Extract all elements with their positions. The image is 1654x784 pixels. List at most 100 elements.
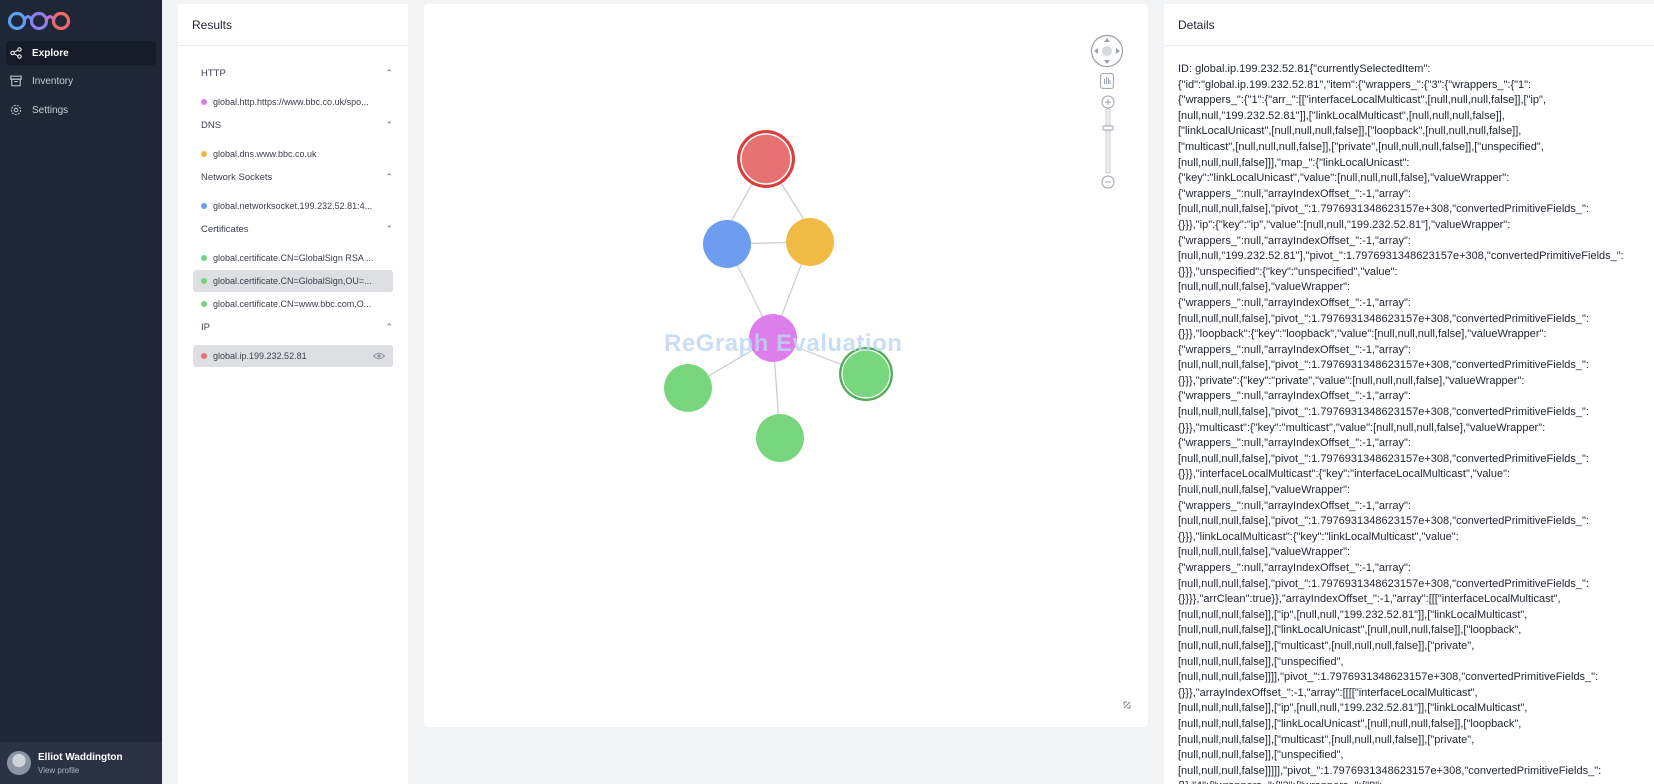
group-label: Network Sockets	[201, 172, 273, 183]
sidebar-item-label: Settings	[32, 104, 69, 116]
type-dot-icon	[201, 353, 207, 359]
type-dot-icon	[201, 278, 207, 284]
group-header-certificates[interactable]: Certificates ⌃	[201, 224, 393, 235]
eye-icon[interactable]	[373, 352, 385, 360]
graph-canvas[interactable]: ReGraph Evaluation	[424, 4, 1148, 727]
details-line: [null,null,null,false]],["linkLocalUnica…	[1178, 717, 1522, 730]
list-item[interactable]: global.networksocket.199.232.52.81:4...	[193, 195, 393, 217]
list-item-label: global.networksocket.199.232.52.81:4...	[213, 201, 373, 211]
graph-node-ip[interactable]	[740, 133, 792, 185]
chevron-up-icon[interactable]: ⌃	[385, 120, 393, 131]
group-label: DNS	[201, 120, 222, 131]
details-line: {}}},"linkLocalMulticast":{"key":"linkLo…	[1178, 530, 1459, 543]
type-dot-icon	[201, 255, 207, 261]
gear-icon	[8, 102, 24, 118]
details-line: [null,null,null,false],"pivot_":1.797693…	[1178, 312, 1589, 325]
zoom-slider[interactable]	[1101, 95, 1115, 189]
chevron-up-icon[interactable]: ⌃	[385, 172, 393, 183]
group-header-network-sockets[interactable]: Network Sockets ⌃	[201, 172, 393, 183]
list-item[interactable]: global.certificate.CN=GlobalSign RSA ...	[193, 247, 393, 269]
type-dot-icon	[201, 99, 207, 105]
list-item[interactable]: global.http.https://www.bbc.co.uk/spo...	[193, 91, 393, 113]
graph-node-network-socket[interactable]	[703, 220, 751, 268]
share-nodes-icon	[8, 45, 24, 61]
details-line: [null,null,null,false],"pivot_":1.797693…	[1178, 203, 1589, 216]
chevron-up-icon[interactable]: ⌃	[385, 322, 393, 333]
group-label: HTTP	[201, 68, 226, 79]
network-graph[interactable]	[424, 4, 1148, 727]
details-line: {}}},"multicast":{"key":"multicast","val…	[1178, 421, 1546, 434]
details-line: {}}},"ip":{"key":"ip","value":[null,null…	[1178, 218, 1511, 231]
details-line: {"key":"linkLocalUnicast","value":[null,…	[1178, 172, 1510, 185]
details-line: [null,null,null,false],"pivot_":1.797693…	[1178, 359, 1589, 372]
type-dot-icon	[201, 203, 207, 209]
group-label: IP	[201, 322, 210, 333]
details-line: {}}},"loopback":{"key":"loopback","value…	[1178, 328, 1547, 341]
details-line: [null,null,null,false]]]],"pivot_":1.797…	[1178, 671, 1599, 684]
graph-node-certificate[interactable]	[664, 364, 712, 412]
details-panel: Details ID: global.ip.199.232.52.81{"cur…	[1164, 4, 1654, 784]
details-line: ["multicast",[null,null,null,false]],["p…	[1178, 140, 1544, 153]
details-line: {}}}},"arrClean":true}},"arrayIndexOffse…	[1178, 593, 1561, 606]
group-header-http[interactable]: HTTP ⌃	[201, 68, 393, 79]
details-line: {"wrappers_":{"1":{"arr_":[["interfaceLo…	[1178, 94, 1547, 107]
graph-node-certificate[interactable]	[756, 414, 804, 462]
details-line: {"wrappers_":null,"arrayIndexOffset_":-1…	[1178, 234, 1411, 247]
details-line: [null,null,null,false],"pivot_":1.797693…	[1178, 452, 1589, 465]
details-line: {"wrappers_":null,"arrayIndexOffset_":-1…	[1178, 296, 1411, 309]
results-panel: Results HTTP ⌃ global.http.https://www.b…	[178, 4, 408, 784]
details-line: {}},"4":{"wrappers_":{"3":{"wrappers_":{…	[1178, 779, 1654, 784]
hand-icon[interactable]	[1100, 73, 1114, 89]
details-line: [null,null,null,false]],["unspecified",	[1178, 749, 1344, 762]
details-line: [null,null,null,false],"pivot_":1.797693…	[1178, 577, 1589, 590]
archive-box-icon	[8, 73, 24, 89]
details-line: [null,null,null,false]],["ip",[null,null…	[1178, 608, 1528, 621]
details-line: [null,null,null,false]],["multicast",[nu…	[1178, 639, 1475, 652]
details-line: [null,null,null,false]],["unspecified",	[1178, 655, 1344, 668]
avatar[interactable]	[7, 751, 31, 775]
details-line: {}}},"private":{"key":"private","value":…	[1178, 374, 1525, 387]
details-line: [null,null,null,false],"valueWrapper":	[1178, 281, 1351, 294]
pan-control-icon[interactable]	[1090, 34, 1124, 68]
profile-name: Elliot Waddington	[38, 751, 123, 763]
details-line: [null,null,null,false]]]]],"pivot_":1.79…	[1178, 764, 1602, 777]
profile-section[interactable]: Elliot Waddington View profile	[0, 742, 162, 784]
details-line: {"wrappers_":null,"arrayIndexOffset_":-1…	[1178, 499, 1411, 512]
list-item-label: global.ip.199.232.52.81	[213, 351, 307, 361]
details-line: [null,null,null,false],"valueWrapper":	[1178, 546, 1351, 559]
list-item[interactable]: global.certificate.CN=GlobalSign,OU=...	[193, 270, 393, 292]
sidebar-item-label: Explore	[32, 47, 69, 59]
type-dot-icon	[201, 301, 207, 307]
fit-view-icon[interactable]	[1122, 700, 1132, 710]
list-item[interactable]: global.dns.www.bbc.co.uk	[193, 143, 393, 165]
list-item-label: global.dns.www.bbc.co.uk	[213, 149, 317, 159]
list-item-label: global.certificate.CN=GlobalSign,OU=...	[213, 276, 372, 286]
details-line: {"id":"global.ip.199.232.52.81","item":{…	[1178, 78, 1532, 91]
graph-node-dns[interactable]	[786, 218, 834, 266]
sidebar-item-settings[interactable]: Settings	[6, 98, 156, 122]
details-title: Details	[1164, 4, 1654, 46]
list-item[interactable]: global.certificate.CN=www.bbc.com,O...	[193, 293, 393, 315]
group-header-dns[interactable]: DNS ⌃	[201, 120, 393, 131]
chevron-up-icon[interactable]: ⌃	[385, 68, 393, 79]
details-line: [null,null,"199.232.52.81"]],["linkLocal…	[1178, 109, 1505, 122]
details-line: {"wrappers_":null,"arrayIndexOffset_":-1…	[1178, 437, 1411, 450]
details-line: [null,null,null,false],"pivot_":1.797693…	[1178, 406, 1589, 419]
details-line: [null,null,null,false],"pivot_":1.797693…	[1178, 515, 1589, 528]
details-line: {}}},"interfaceLocalMulticast":{"key":"i…	[1178, 468, 1511, 481]
sidebar-item-explore[interactable]: Explore	[6, 41, 156, 65]
list-item[interactable]: global.ip.199.232.52.81	[193, 345, 393, 367]
view-profile-link[interactable]: View profile	[38, 766, 123, 775]
details-line: {"wrappers_":null,"arrayIndexOffset_":-1…	[1178, 343, 1411, 356]
app-logo-icon[interactable]	[6, 6, 72, 34]
details-content: ID: global.ip.199.232.52.81{"currentlySe…	[1178, 62, 1654, 784]
sidebar-item-inventory[interactable]: Inventory	[6, 69, 156, 93]
chevron-up-icon[interactable]: ⌃	[385, 224, 393, 235]
details-line: {"wrappers_":null,"arrayIndexOffset_":-1…	[1178, 562, 1411, 574]
details-line: [null,null,null,false]],["linkLocalUnica…	[1178, 624, 1522, 637]
group-header-ip[interactable]: IP ⌃	[201, 322, 393, 333]
watermark: ReGraph Evaluation	[664, 330, 903, 357]
group-label: Certificates	[201, 224, 249, 235]
details-line: ["linkLocalUnicast",[null,null,null,fals…	[1178, 125, 1522, 138]
details-line: {}}},"arrayIndexOffset_":-1,"array":[[[[…	[1178, 686, 1478, 699]
